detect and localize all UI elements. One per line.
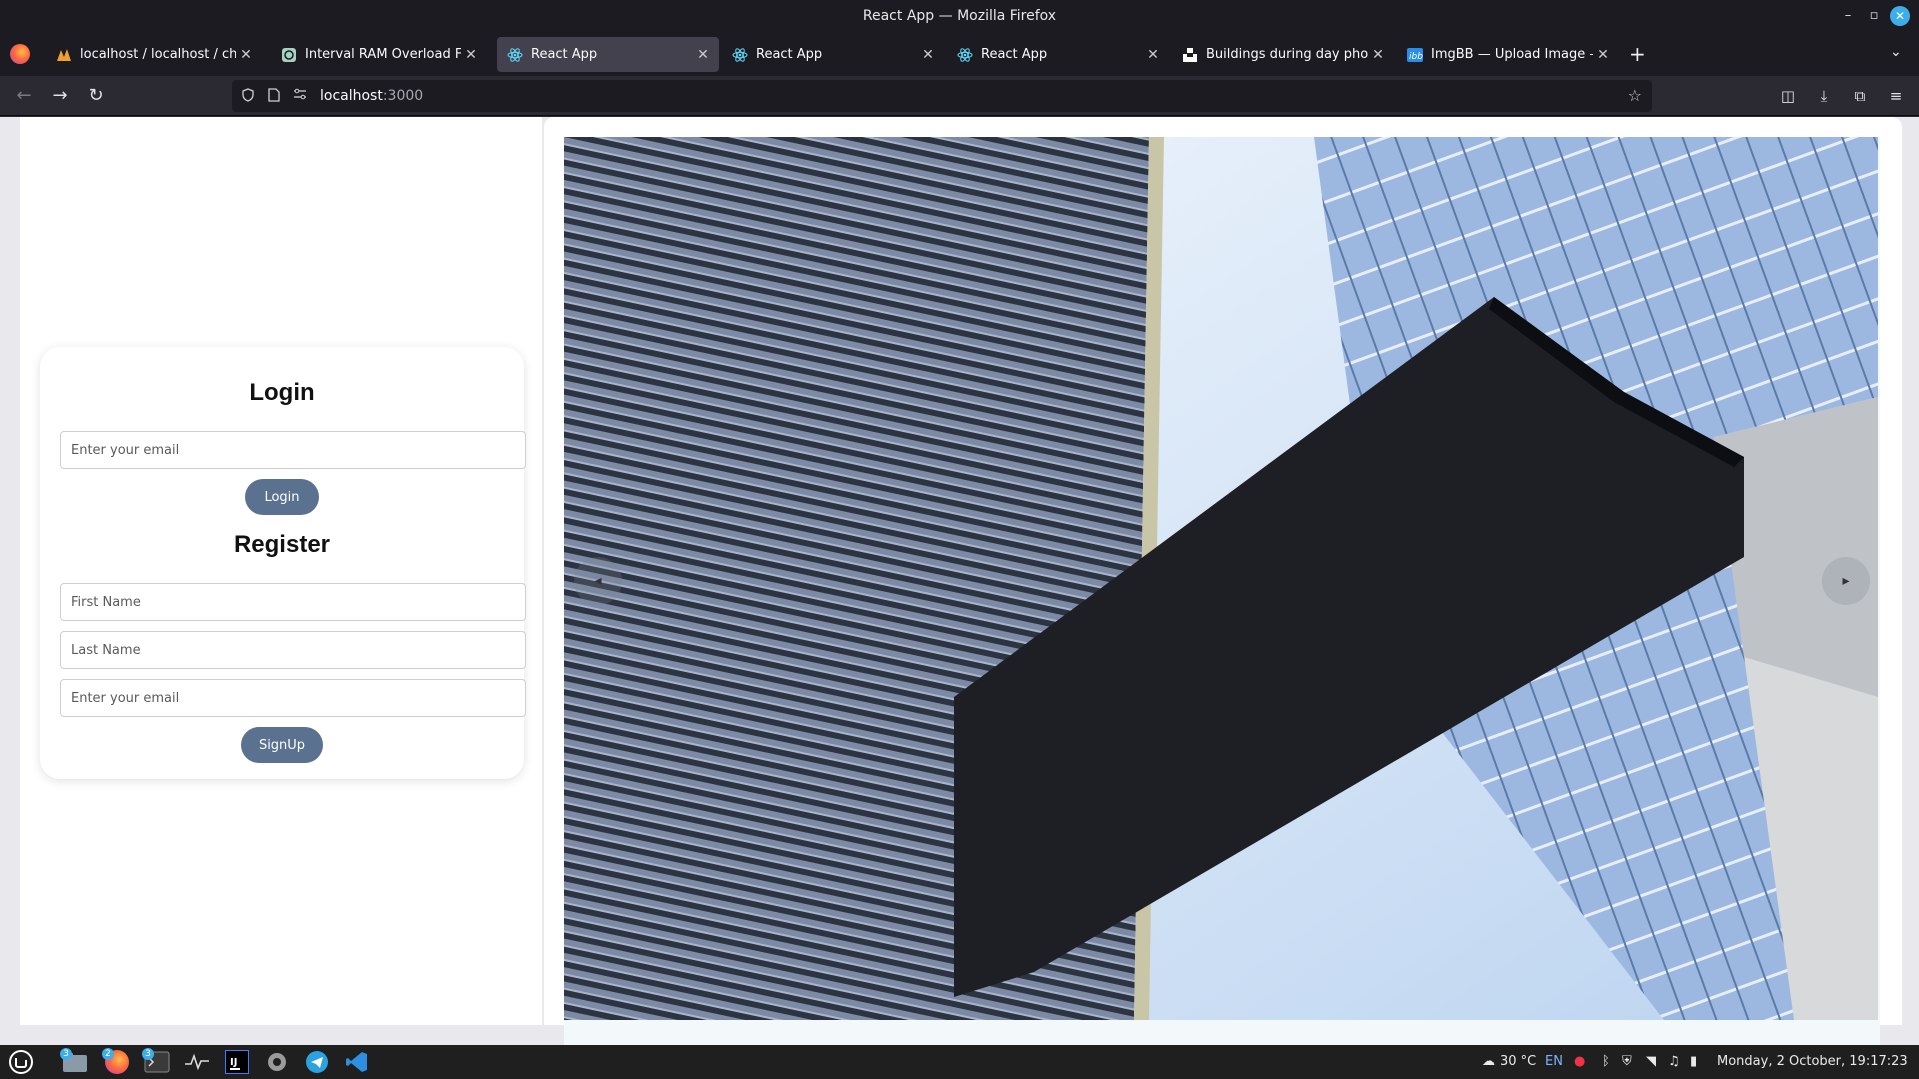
svg-text:ibb: ibb [1409,52,1423,62]
first-name-input[interactable] [60,583,526,621]
tab-strip: localhost / localhost / chatA ✕ Interval… [0,32,1919,76]
terminal-icon[interactable]: 3 [142,1048,172,1076]
tab-buildings-photo[interactable]: Buildings during day photo ✕ [1172,37,1394,72]
bookmark-star-icon[interactable]: ☆ [1628,86,1642,105]
tab-label: React App [531,47,598,62]
tab-label: React App [756,47,823,62]
files-app-icon[interactable]: 3 [60,1048,90,1076]
battery-icon[interactable]: ▮ [1690,1054,1697,1069]
firefox-view-icon[interactable] [10,44,30,64]
tab-close-icon[interactable]: ✕ [461,45,481,65]
extensions-icon[interactable]: ⧉ [1848,84,1872,108]
sound-icon[interactable]: ♫ [1668,1054,1680,1069]
files-badge: 3 [60,1048,72,1060]
tab-label: React App [981,47,1048,62]
tab-close-icon[interactable]: ✕ [236,45,256,65]
permissions-icon[interactable] [292,88,308,104]
react-icon [957,47,973,63]
login-button[interactable]: Login [245,479,319,515]
terminal-badge: 3 [142,1048,154,1060]
settings-icon[interactable] [262,1048,292,1076]
security-shield-icon[interactable]: ⛨ [1622,1054,1632,1069]
auth-pane: Login Login Register SignUp [20,117,542,1025]
url-host: localhost [320,88,383,104]
tab-label: Buildings during day photo [1206,47,1368,62]
temperature-text[interactable]: 30 °C [1500,1054,1536,1069]
svg-text:IJ: IJ [230,1057,237,1068]
shield-icon[interactable] [240,88,256,104]
imgbb-icon: ibb [1407,47,1423,63]
register-title: Register [233,531,331,558]
vscode-icon[interactable] [342,1048,372,1076]
login-title: Login [249,379,315,406]
unsplash-icon [1182,47,1198,63]
pocket-icon[interactable]: ◫ [1776,84,1800,108]
close-window-button[interactable]: ✕ [1890,6,1910,26]
tab-close-icon[interactable]: ✕ [693,45,713,65]
bluetooth-icon[interactable]: ᛒ [1602,1054,1610,1069]
list-all-tabs-button[interactable]: ⌄ [1890,44,1902,60]
last-name-input[interactable] [60,631,526,669]
carousel-image [564,137,1878,1020]
telegram-icon[interactable] [302,1048,332,1076]
maximize-button[interactable]: ▫ [1864,6,1884,26]
tab-imgbb[interactable]: ibb ImgBB — Upload Image — I ✕ [1397,37,1619,72]
window-title: React App — Mozilla Firefox [862,8,1057,24]
reload-button[interactable]: ↻ [84,84,108,108]
url-port: :3000 [382,88,424,104]
tab-react-app-2[interactable]: React App ✕ [722,37,944,72]
back-button[interactable]: ← [12,84,36,108]
tab-react-app-3[interactable]: React App ✕ [947,37,1169,72]
forward-button[interactable]: → [48,84,72,108]
weather-icon[interactable]: ☁ [1482,1054,1495,1069]
tab-close-icon[interactable]: ✕ [918,45,938,65]
clock-datetime[interactable]: Monday, 2 October, 19:17:23 [1717,1054,1908,1069]
url-text[interactable]: localhost:3000 [320,88,423,104]
register-email-input[interactable] [60,679,526,717]
minimize-button[interactable]: – [1838,6,1858,26]
chatgpt-icon [281,47,297,63]
intellij-icon[interactable]: IJ [222,1048,252,1076]
tab-close-icon[interactable]: ✕ [1143,45,1163,65]
tab-react-app-active[interactable]: React App ✕ [497,37,719,72]
react-icon [507,47,523,63]
window-titlebar: React App — Mozilla Firefox – ▫ ✕ [0,0,1919,32]
navigation-toolbar: ← → ↻ localhost:3000 ☆ ◫ ⤓ ⧉ ≡ [0,76,1919,116]
login-email-input[interactable] [60,431,526,469]
tab-close-icon[interactable]: ✕ [1593,45,1613,65]
carousel-next-button[interactable]: ▸ [1822,557,1870,605]
system-monitor-icon[interactable] [182,1048,212,1076]
buildings-photo [564,137,1878,1020]
carousel-prev-button[interactable]: ◂ [574,557,622,605]
tab-label: ImgBB — Upload Image — I [1431,47,1593,62]
tab-label: Interval RAM Overload Fix [305,47,461,62]
signup-button[interactable]: SignUp [241,727,323,763]
firefox-taskbar-icon[interactable]: 2 [102,1048,132,1076]
phpmyadmin-icon [56,47,72,63]
react-icon [732,47,748,63]
tab-label: localhost / localhost / chatA [80,47,236,62]
page-icon[interactable] [266,88,282,104]
new-tab-button[interactable]: + [1629,44,1646,64]
tab-close-icon[interactable]: ✕ [1368,45,1388,65]
firefox-badge: 2 [102,1048,114,1060]
wifi-icon[interactable]: ◥ [1646,1054,1656,1069]
menu-icon[interactable]: ≡ [1884,84,1908,108]
system-taskbar: 3 2 3 IJ ☁ 30 °C EN ● ᛒ ⛨ ◥ ♫ ▮ Monday, … [0,1045,1919,1079]
download-icon[interactable]: ⤓ [1812,84,1836,108]
keyboard-layout[interactable]: EN [1545,1054,1563,1069]
tab-phpmyadmin[interactable]: localhost / localhost / chatA ✕ [46,37,262,72]
tab-interval-ram[interactable]: Interval RAM Overload Fix ✕ [271,37,487,72]
update-manager-icon[interactable]: ● [1574,1054,1585,1069]
url-bar[interactable]: localhost:3000 ☆ [232,80,1652,112]
mint-menu-icon[interactable] [6,1048,36,1076]
auth-card: Login Login Register SignUp [40,347,526,779]
